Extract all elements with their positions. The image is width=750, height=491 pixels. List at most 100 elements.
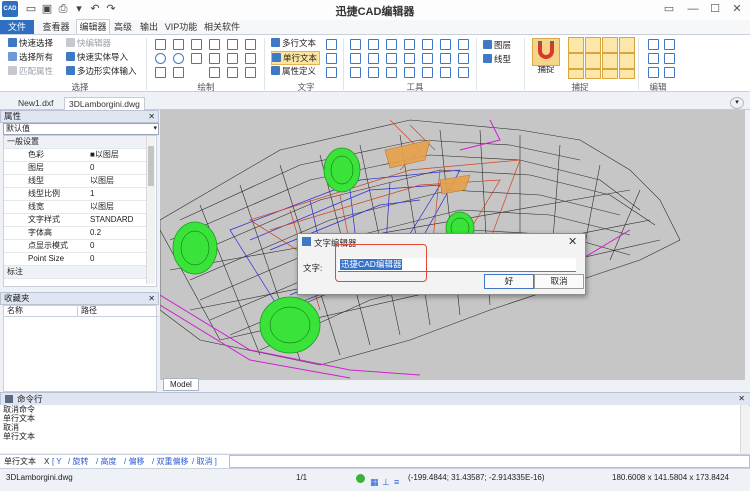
rotate-tool-icon[interactable] bbox=[368, 39, 379, 50]
wipeout-tool-icon[interactable] bbox=[245, 67, 256, 78]
break-tool-icon[interactable] bbox=[368, 67, 379, 78]
properties-scrollbar[interactable] bbox=[146, 136, 155, 284]
text-find-icon[interactable] bbox=[326, 53, 337, 64]
ortho-status-icon[interactable]: ⊥ bbox=[382, 473, 390, 491]
copy-tool-icon[interactable] bbox=[350, 53, 361, 64]
column-path[interactable]: 路径 bbox=[78, 306, 159, 317]
ellipse-tool-icon[interactable] bbox=[173, 53, 184, 64]
snap-endpoint-icon[interactable] bbox=[568, 37, 584, 53]
image-tool-icon[interactable] bbox=[227, 53, 238, 64]
snap-tangent-icon[interactable] bbox=[585, 69, 601, 79]
close-icon[interactable]: ✕ bbox=[148, 293, 155, 304]
erase-tool-icon[interactable] bbox=[440, 67, 451, 78]
pedit-tool-icon[interactable] bbox=[458, 67, 469, 78]
cancel-button[interactable]: 取消 bbox=[534, 274, 584, 289]
restore-ribbon-icon[interactable]: ▭ bbox=[658, 1, 680, 17]
quick-select-button[interactable]: 快速选择 bbox=[8, 37, 53, 49]
snap-quadrant-icon[interactable] bbox=[568, 53, 584, 69]
select-all-button[interactable]: 选择所有 bbox=[8, 51, 53, 63]
point-tool-icon[interactable] bbox=[245, 39, 256, 50]
line-tool-icon[interactable] bbox=[155, 39, 166, 50]
block-editor-button[interactable]: 快编辑器 bbox=[66, 37, 111, 49]
single-line-text-button[interactable]: 单行文本 bbox=[271, 51, 321, 65]
tab-vip[interactable]: VIP功能 bbox=[164, 20, 198, 34]
align-tool-icon[interactable] bbox=[386, 67, 397, 78]
snap-magnet-icon[interactable] bbox=[532, 38, 560, 66]
text-edit-icon[interactable] bbox=[326, 67, 337, 78]
dialog-close-button[interactable]: ✕ bbox=[568, 235, 577, 248]
measure-tool-icon[interactable] bbox=[350, 39, 361, 50]
join-tool-icon[interactable] bbox=[440, 39, 451, 50]
doc-tab-new1[interactable]: New1.dxf bbox=[14, 97, 57, 109]
lineweight-status-icon[interactable]: ≡ bbox=[394, 473, 399, 491]
stretch-tool-icon[interactable] bbox=[404, 53, 415, 64]
option-rotate[interactable]: / 旋转 bbox=[68, 455, 88, 468]
property-row[interactable]: 色彩 ■以图层 bbox=[4, 149, 147, 162]
tab-file[interactable]: 文件 bbox=[0, 20, 34, 34]
snap-nearest-icon[interactable] bbox=[602, 69, 618, 79]
minimize-button[interactable]: — bbox=[682, 1, 704, 17]
mirror-tool-icon[interactable] bbox=[368, 53, 379, 64]
close-icon[interactable]: ✕ bbox=[738, 393, 745, 405]
snap-perpendicular-icon[interactable] bbox=[568, 69, 584, 79]
snap-node-icon[interactable] bbox=[619, 37, 635, 53]
extend-tool-icon[interactable] bbox=[422, 39, 433, 50]
command-input[interactable] bbox=[229, 455, 750, 468]
tab-related-software[interactable]: 相关软件 bbox=[202, 20, 242, 34]
pin-icon[interactable]: ✕ bbox=[148, 111, 155, 122]
property-row[interactable]: 文字样式 STANDARD bbox=[4, 214, 147, 227]
chamfer-tool-icon[interactable] bbox=[458, 53, 469, 64]
snap-status-icon[interactable] bbox=[356, 474, 365, 483]
region-tool-icon[interactable] bbox=[209, 67, 220, 78]
attribute-definition-button[interactable]: 属性定义 bbox=[271, 65, 316, 77]
property-row[interactable]: 线型比例 1 bbox=[4, 188, 147, 201]
option-double-offset[interactable]: / 双重偏移 bbox=[152, 455, 188, 468]
grid-status-icon[interactable]: ▦ bbox=[370, 473, 379, 491]
property-row[interactable]: 字体高 0.2 bbox=[4, 227, 147, 240]
property-row[interactable]: 一般设置 bbox=[4, 136, 147, 149]
quick-entity-import-button[interactable]: 快速实体导入 bbox=[66, 51, 128, 63]
scrollbar-thumb[interactable] bbox=[148, 146, 154, 186]
tab-advanced[interactable]: 高级 bbox=[112, 20, 134, 34]
ok-button[interactable]: 好 bbox=[484, 274, 534, 289]
fillet-tool-icon[interactable] bbox=[440, 53, 451, 64]
hatch-tool-icon[interactable] bbox=[155, 67, 166, 78]
property-row[interactable]: 图层 0 bbox=[4, 162, 147, 175]
snap-parallel-icon[interactable] bbox=[619, 69, 635, 79]
command-scrollbar[interactable] bbox=[740, 405, 749, 453]
properties-object-select[interactable]: 默认值 ▾ bbox=[3, 123, 159, 135]
paste-special-icon[interactable] bbox=[664, 67, 675, 78]
circle-tool-icon[interactable] bbox=[155, 53, 166, 64]
option-offset[interactable]: / 偏移 bbox=[124, 455, 144, 468]
gradient-tool-icon[interactable] bbox=[173, 67, 184, 78]
property-row[interactable]: Point Size 0 bbox=[4, 253, 147, 266]
copy-icon[interactable] bbox=[648, 53, 659, 64]
match-properties-button[interactable]: 匹配属性 bbox=[8, 65, 53, 77]
close-button[interactable]: ✕ bbox=[726, 1, 748, 17]
option-y[interactable]: [ Y bbox=[52, 455, 62, 468]
lengthen-tool-icon[interactable] bbox=[404, 67, 415, 78]
column-name[interactable]: 名称 bbox=[4, 306, 78, 317]
explode-tool-icon[interactable] bbox=[458, 39, 469, 50]
offset-tool-icon[interactable] bbox=[386, 39, 397, 50]
grid-tool-icon[interactable] bbox=[227, 67, 238, 78]
property-row[interactable]: 点显示模式 0 bbox=[4, 240, 147, 253]
snap-insertion-icon[interactable] bbox=[619, 53, 635, 69]
polygon-tool-icon[interactable] bbox=[191, 53, 202, 64]
property-row[interactable]: 线宽 以图层 bbox=[4, 201, 147, 214]
tab-menu-icon[interactable]: ▾ bbox=[730, 97, 744, 109]
model-tab[interactable]: Model bbox=[163, 378, 199, 391]
arc-tool-icon[interactable] bbox=[209, 39, 220, 50]
option-height[interactable]: / 高度 bbox=[96, 455, 116, 468]
property-row[interactable]: 线型 以图层 bbox=[4, 175, 147, 188]
tab-viewer[interactable]: 查看器 bbox=[40, 20, 72, 34]
multiline-text-button[interactable]: 多行文本 bbox=[271, 37, 316, 49]
snap-intersection-icon[interactable] bbox=[585, 53, 601, 69]
snap-midpoint-icon[interactable] bbox=[585, 37, 601, 53]
layers-button[interactable]: 图层 bbox=[483, 39, 511, 51]
tab-editor[interactable]: 编辑器 bbox=[76, 19, 110, 34]
table-tool-icon[interactable] bbox=[245, 53, 256, 64]
delete-icon[interactable] bbox=[664, 39, 675, 50]
polyline-tool-icon[interactable] bbox=[173, 39, 184, 50]
doc-tab-lamborgini[interactable]: 3DLamborgini.dwg bbox=[64, 97, 145, 110]
